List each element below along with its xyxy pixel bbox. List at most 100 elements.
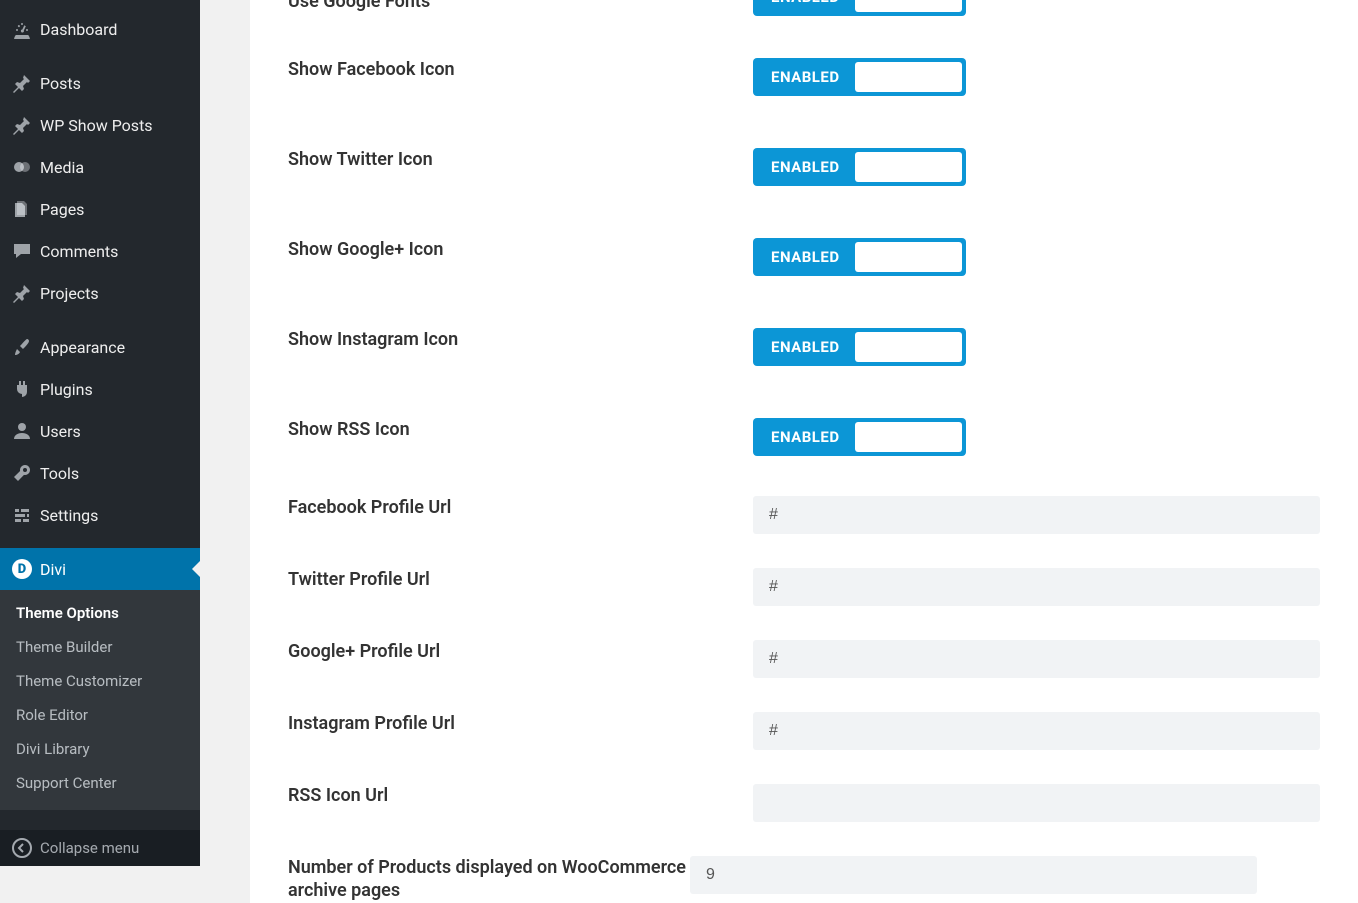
sidebar-item-dashboard[interactable]: Dashboard xyxy=(0,8,200,50)
toggle-state-label: ENABLED xyxy=(753,248,840,266)
option-label: Show Instagram Icon xyxy=(250,328,753,351)
admin-sidebar: Dashboard Posts WP Show Posts Media Page… xyxy=(0,0,200,866)
sidebar-item-label: Comments xyxy=(40,242,200,261)
option-label: Show RSS Icon xyxy=(250,418,753,441)
option-row-show-rss-icon: Show RSS Icon ENABLED xyxy=(250,418,1358,456)
input-instagram-url[interactable] xyxy=(753,712,1320,750)
sidebar-item-label: Settings xyxy=(40,506,200,525)
collapse-menu-button[interactable]: Collapse menu xyxy=(0,830,200,866)
sidebar-item-pages[interactable]: Pages xyxy=(0,188,200,230)
option-label: Instagram Profile Url xyxy=(250,712,753,735)
toggle-knob xyxy=(855,0,962,12)
toggle-knob xyxy=(855,422,962,452)
content-area: Use Google Fonts ENABLED Show Facebook I… xyxy=(200,0,1358,866)
toggle-state-label: ENABLED xyxy=(753,338,840,356)
sidebar-item-label: Appearance xyxy=(40,338,200,357)
option-label: Google+ Profile Url xyxy=(250,640,753,663)
plug-icon xyxy=(12,379,40,399)
sidebar-item-label: Projects xyxy=(40,284,200,303)
user-icon xyxy=(12,421,40,441)
input-twitter-url[interactable] xyxy=(753,568,1320,606)
option-row-show-instagram-icon: Show Instagram Icon ENABLED xyxy=(250,328,1358,366)
sidebar-item-projects[interactable]: Projects xyxy=(0,272,200,314)
toggle-show-rss-icon[interactable]: ENABLED xyxy=(753,418,966,456)
media-icon xyxy=(12,157,40,177)
sidebar-item-settings[interactable]: Settings xyxy=(0,494,200,536)
sidebar-item-label: Users xyxy=(40,422,200,441)
option-row-use-google-fonts: Use Google Fonts ENABLED xyxy=(250,0,1358,18)
option-label: Use Google Fonts xyxy=(250,0,753,13)
sidebar-item-appearance[interactable]: Appearance xyxy=(0,326,200,368)
sidebar-menu-top: Dashboard xyxy=(0,0,200,50)
pin-icon xyxy=(12,115,40,135)
option-row-instagram-url: Instagram Profile Url xyxy=(250,712,1358,750)
toggle-show-googleplus-icon[interactable]: ENABLED xyxy=(753,238,966,276)
sidebar-item-label: Dashboard xyxy=(40,20,200,39)
sidebar-item-label: Posts xyxy=(40,74,200,93)
theme-options-panel: Use Google Fonts ENABLED Show Facebook I… xyxy=(250,0,1358,903)
sidebar-item-divi[interactable]: D Divi xyxy=(0,548,200,590)
brush-icon xyxy=(12,337,40,357)
option-label: Show Twitter Icon xyxy=(250,148,753,171)
pin-icon xyxy=(12,283,40,303)
pin-icon xyxy=(12,73,40,93)
sidebar-submenu-divi: Theme Options Theme Builder Theme Custom… xyxy=(0,590,200,810)
input-woo-products[interactable] xyxy=(690,856,1257,894)
option-label: Show Facebook Icon xyxy=(250,58,753,81)
toggle-state-label: ENABLED xyxy=(753,0,840,6)
option-label: Twitter Profile Url xyxy=(250,568,753,591)
sidebar-item-label: Tools xyxy=(40,464,200,483)
pages-icon xyxy=(12,199,40,219)
sidebar-item-label: Plugins xyxy=(40,380,200,399)
option-row-twitter-url: Twitter Profile Url xyxy=(250,568,1358,606)
toggle-state-label: ENABLED xyxy=(753,428,840,446)
collapse-icon xyxy=(12,838,40,858)
dashboard-icon xyxy=(12,19,40,39)
option-label: Number of Products displayed on WooComme… xyxy=(250,856,690,903)
sidebar-item-wpshowposts[interactable]: WP Show Posts xyxy=(0,104,200,146)
toggle-show-facebook-icon[interactable]: ENABLED xyxy=(753,58,966,96)
sidebar-item-posts[interactable]: Posts xyxy=(0,62,200,104)
toggle-knob xyxy=(855,242,962,272)
input-googleplus-url[interactable] xyxy=(753,640,1320,678)
sidebar-item-tools[interactable]: Tools xyxy=(0,452,200,494)
option-row-googleplus-url: Google+ Profile Url xyxy=(250,640,1358,678)
collapse-menu-label: Collapse menu xyxy=(40,839,139,857)
sidebar-item-label: Pages xyxy=(40,200,200,219)
toggle-use-google-fonts[interactable]: ENABLED xyxy=(753,0,966,16)
comment-icon xyxy=(12,241,40,261)
toggle-state-label: ENABLED xyxy=(753,158,840,176)
sidebar-item-comments[interactable]: Comments xyxy=(0,230,200,272)
toggle-knob xyxy=(855,332,962,362)
sidebar-item-label: Media xyxy=(40,158,200,177)
input-rss-url[interactable] xyxy=(753,784,1320,822)
sidebar-item-users[interactable]: Users xyxy=(0,410,200,452)
submenu-item-divi-library[interactable]: Divi Library xyxy=(0,732,200,766)
option-row-rss-url: RSS Icon Url xyxy=(250,784,1358,822)
option-row-show-twitter-icon: Show Twitter Icon ENABLED xyxy=(250,148,1358,186)
option-row-show-facebook-icon: Show Facebook Icon ENABLED xyxy=(250,58,1358,96)
submenu-item-theme-customizer[interactable]: Theme Customizer xyxy=(0,664,200,698)
option-row-show-googleplus-icon: Show Google+ Icon ENABLED xyxy=(250,238,1358,276)
sidebar-item-plugins[interactable]: Plugins xyxy=(0,368,200,410)
toggle-knob xyxy=(855,62,962,92)
toggle-state-label: ENABLED xyxy=(753,68,840,86)
toggle-knob xyxy=(855,152,962,182)
submenu-item-support-center[interactable]: Support Center xyxy=(0,766,200,800)
toggle-show-instagram-icon[interactable]: ENABLED xyxy=(753,328,966,366)
input-facebook-url[interactable] xyxy=(753,496,1320,534)
toggle-show-twitter-icon[interactable]: ENABLED xyxy=(753,148,966,186)
option-row-woo-products: Number of Products displayed on WooComme… xyxy=(250,856,1358,903)
submenu-item-role-editor[interactable]: Role Editor xyxy=(0,698,200,732)
option-label: Show Google+ Icon xyxy=(250,238,753,261)
option-label: RSS Icon Url xyxy=(250,784,753,807)
submenu-item-theme-builder[interactable]: Theme Builder xyxy=(0,630,200,664)
wrench-icon xyxy=(12,463,40,483)
submenu-item-theme-options[interactable]: Theme Options xyxy=(0,596,200,630)
divi-icon: D xyxy=(12,559,40,579)
option-label: Facebook Profile Url xyxy=(250,496,753,519)
sidebar-item-media[interactable]: Media xyxy=(0,146,200,188)
sidebar-item-label: Divi xyxy=(40,560,200,579)
sliders-icon xyxy=(12,505,40,525)
sidebar-item-label: WP Show Posts xyxy=(40,116,200,135)
